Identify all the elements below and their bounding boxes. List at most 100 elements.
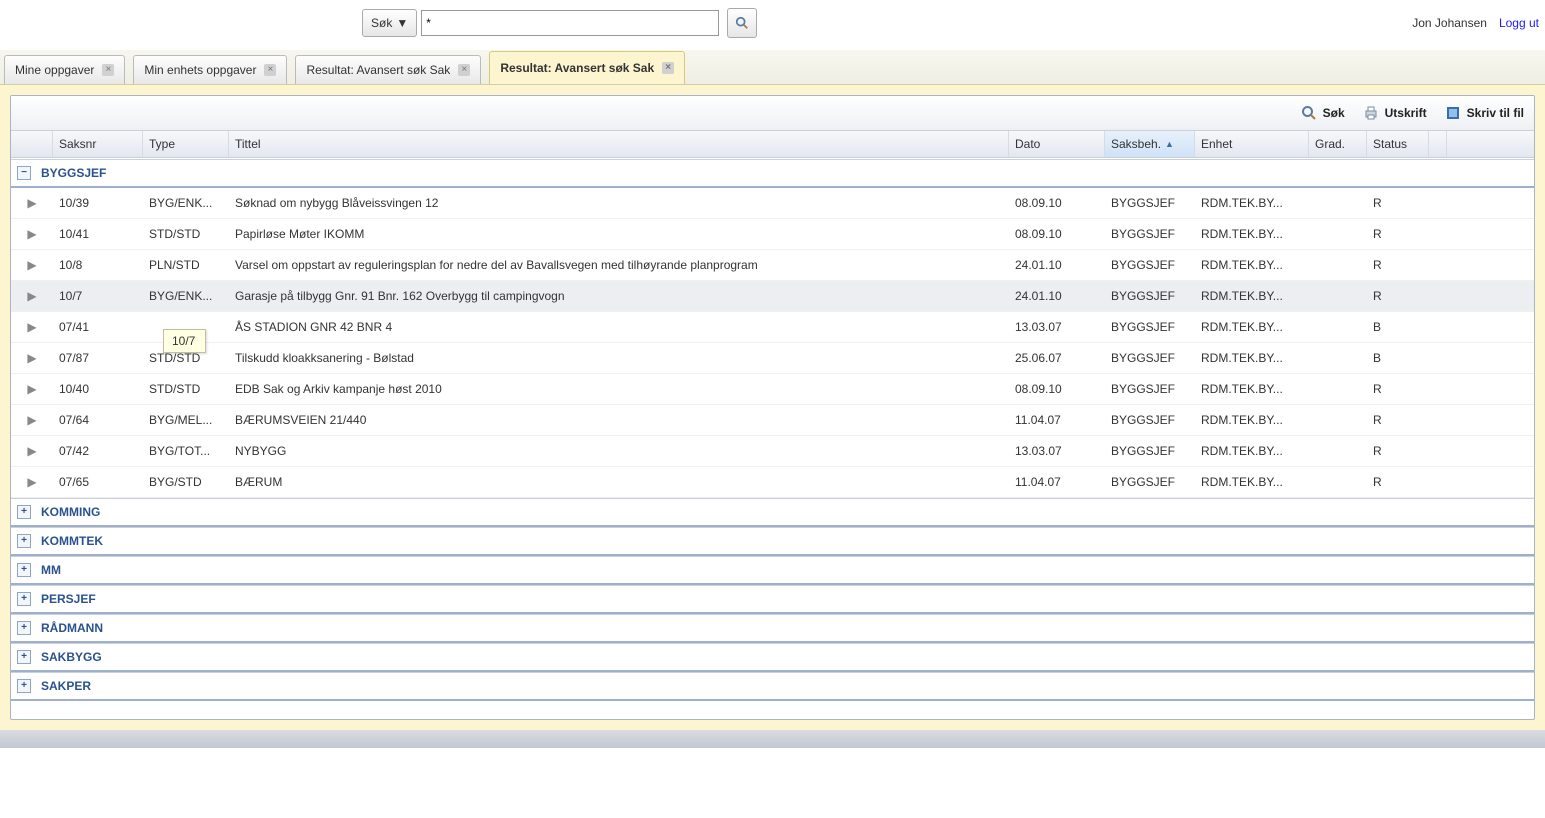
row-expand-icon[interactable]: ▶ [11, 351, 53, 365]
expand-icon[interactable]: + [17, 505, 31, 519]
col-dato-label: Dato [1015, 137, 1040, 151]
toolbar-print-button[interactable]: Utskrift [1363, 105, 1427, 121]
close-icon[interactable]: × [458, 64, 470, 76]
table-row[interactable]: ▶10/41STD/STDPapirløse Møter IKOMM08.09.… [11, 219, 1534, 250]
group-label: SAKBYGG [41, 650, 102, 664]
close-icon[interactable]: × [264, 64, 276, 76]
col-grad[interactable]: Grad. [1309, 131, 1367, 157]
cell-saksbeh: BYGGSJEF [1105, 382, 1195, 396]
cell-type: STD/STD [143, 382, 229, 396]
cell-saksnr: 10/41 [53, 227, 143, 241]
table-row[interactable]: ▶10/8PLN/STDVarsel om oppstart av regule… [11, 250, 1534, 281]
group-header[interactable]: + KOMMTEK [11, 527, 1534, 556]
col-saksbeh-label: Saksbeh. [1111, 137, 1161, 151]
tooltip: 10/7 [163, 329, 206, 353]
row-expand-icon[interactable]: ▶ [11, 382, 53, 396]
expand-icon[interactable]: + [17, 563, 31, 577]
table-row[interactable]: ▶07/64BYG/MEL...BÆRUMSVEIEN 21/44011.04.… [11, 405, 1534, 436]
row-expand-icon[interactable]: ▶ [11, 227, 53, 241]
close-icon[interactable]: × [102, 64, 114, 76]
cell-dato: 24.01.10 [1009, 289, 1105, 303]
cell-enhet: RDM.TEK.BY... [1195, 475, 1309, 489]
chevron-down-icon: ▼ [396, 16, 408, 30]
printer-icon [1363, 105, 1379, 121]
group-header[interactable]: + SAKPER [11, 672, 1534, 701]
row-expand-icon[interactable]: ▶ [11, 320, 53, 334]
cell-enhet: RDM.TEK.BY... [1195, 382, 1309, 396]
group-label: KOMMTEK [41, 534, 103, 548]
sort-asc-icon: ▲ [1165, 139, 1174, 149]
col-tittel[interactable]: Tittel [229, 131, 1009, 157]
cell-saksnr: 10/7 [53, 289, 143, 303]
col-type[interactable]: Type [143, 131, 229, 157]
tab[interactable]: Resultat: Avansert søk Sak × [295, 55, 481, 84]
logout-link[interactable]: Logg ut [1499, 16, 1539, 30]
row-expand-icon[interactable]: ▶ [11, 475, 53, 489]
table-row[interactable]: ▶10/7BYG/ENK...Garasje på tilbygg Gnr. 9… [11, 281, 1534, 312]
cell-dato: 25.06.07 [1009, 351, 1105, 365]
cell-type: BYG/MEL... [143, 413, 229, 427]
row-expand-icon[interactable]: ▶ [11, 413, 53, 427]
row-expand-icon[interactable]: ▶ [11, 289, 53, 303]
table-row[interactable]: ▶07/65BYG/STDBÆRUM11.04.07BYGGSJEFRDM.TE… [11, 467, 1534, 498]
group-header[interactable]: −BYGGSJEF [11, 159, 1534, 188]
row-expand-icon[interactable]: ▶ [11, 196, 53, 210]
cell-dato: 13.03.07 [1009, 444, 1105, 458]
col-scroll-spacer [1429, 131, 1447, 157]
table-row[interactable]: ▶10/40STD/STDEDB Sak og Arkiv kampanje h… [11, 374, 1534, 405]
group-header[interactable]: + RÅDMANN [11, 614, 1534, 643]
cell-tittel: BÆRUM [229, 475, 1009, 489]
row-expand-icon[interactable]: ▶ [11, 444, 53, 458]
tab[interactable]: Resultat: Avansert søk Sak× [489, 51, 685, 84]
expand-icon[interactable]: + [17, 679, 31, 693]
table-row[interactable]: ▶10/39BYG/ENK...Søknad om nybygg Blåveis… [11, 188, 1534, 219]
table-row[interactable]: ▶07/41ÅS STADION GNR 42 BNR 413.03.07BYG… [11, 312, 1534, 343]
tab[interactable]: Min enhets oppgaver× [133, 55, 287, 84]
col-saksnr[interactable]: Saksnr [53, 131, 143, 157]
search-input[interactable] [421, 10, 719, 36]
expand-icon[interactable]: + [17, 650, 31, 664]
col-status[interactable]: Status [1367, 131, 1429, 157]
group-label: SAKPER [41, 679, 91, 693]
cell-tittel: Tilskudd kloakksanering - Bølstad [229, 351, 1009, 365]
collapse-icon[interactable]: − [17, 166, 31, 180]
search-button[interactable] [727, 8, 757, 38]
cell-saksnr: 07/64 [53, 413, 143, 427]
cell-status: R [1367, 258, 1429, 272]
panel-toolbar: Søk Utskrift Skriv til fil [11, 96, 1534, 131]
col-saksbeh[interactable]: Saksbeh. ▲ [1105, 131, 1195, 157]
table-row[interactable]: ▶07/42BYG/TOT...NYBYGG13.03.07BYGGSJEFRD… [11, 436, 1534, 467]
expand-icon[interactable]: + [17, 621, 31, 635]
tooltip-text: 10/7 [172, 334, 195, 348]
col-dato[interactable]: Dato [1009, 131, 1105, 157]
cell-saksbeh: BYGGSJEF [1105, 413, 1195, 427]
toolbar-export-button[interactable]: Skriv til fil [1445, 105, 1524, 121]
tab-label: Mine oppgaver [15, 63, 94, 77]
expand-icon[interactable]: + [17, 592, 31, 606]
cell-tittel: ÅS STADION GNR 42 BNR 4 [229, 320, 1009, 334]
group-label: RÅDMANN [41, 621, 103, 635]
group-header[interactable]: +PERSJEF [11, 585, 1534, 614]
col-expand[interactable] [11, 131, 53, 157]
group-header[interactable]: + SAKBYGG [11, 643, 1534, 672]
search-mode-dropdown[interactable]: Søk ▼ [362, 9, 417, 37]
toolbar-export-label: Skriv til fil [1467, 106, 1524, 120]
tab-label: Resultat: Avansert søk Sak [306, 63, 450, 77]
grid-body[interactable]: 10/7 −BYGGSJEF▶10/39BYG/ENK...Søknad om … [11, 158, 1534, 719]
close-icon[interactable]: × [662, 62, 674, 74]
cell-enhet: RDM.TEK.BY... [1195, 320, 1309, 334]
col-enhet[interactable]: Enhet [1195, 131, 1309, 157]
cell-saksnr: 10/40 [53, 382, 143, 396]
cell-dato: 11.04.07 [1009, 413, 1105, 427]
cell-type: STD/STD [143, 227, 229, 241]
table-row[interactable]: ▶07/87STD/STDTilskudd kloakksanering - B… [11, 343, 1534, 374]
toolbar-sok-button[interactable]: Søk [1301, 105, 1345, 121]
cell-dato: 24.01.10 [1009, 258, 1105, 272]
group-header[interactable]: +KOMMING [11, 498, 1534, 527]
tab[interactable]: Mine oppgaver × [4, 55, 125, 84]
expand-icon[interactable]: + [17, 534, 31, 548]
group-header[interactable]: +MM [11, 556, 1534, 585]
cell-saksbeh: BYGGSJEF [1105, 351, 1195, 365]
row-expand-icon[interactable]: ▶ [11, 258, 53, 272]
cell-status: R [1367, 475, 1429, 489]
